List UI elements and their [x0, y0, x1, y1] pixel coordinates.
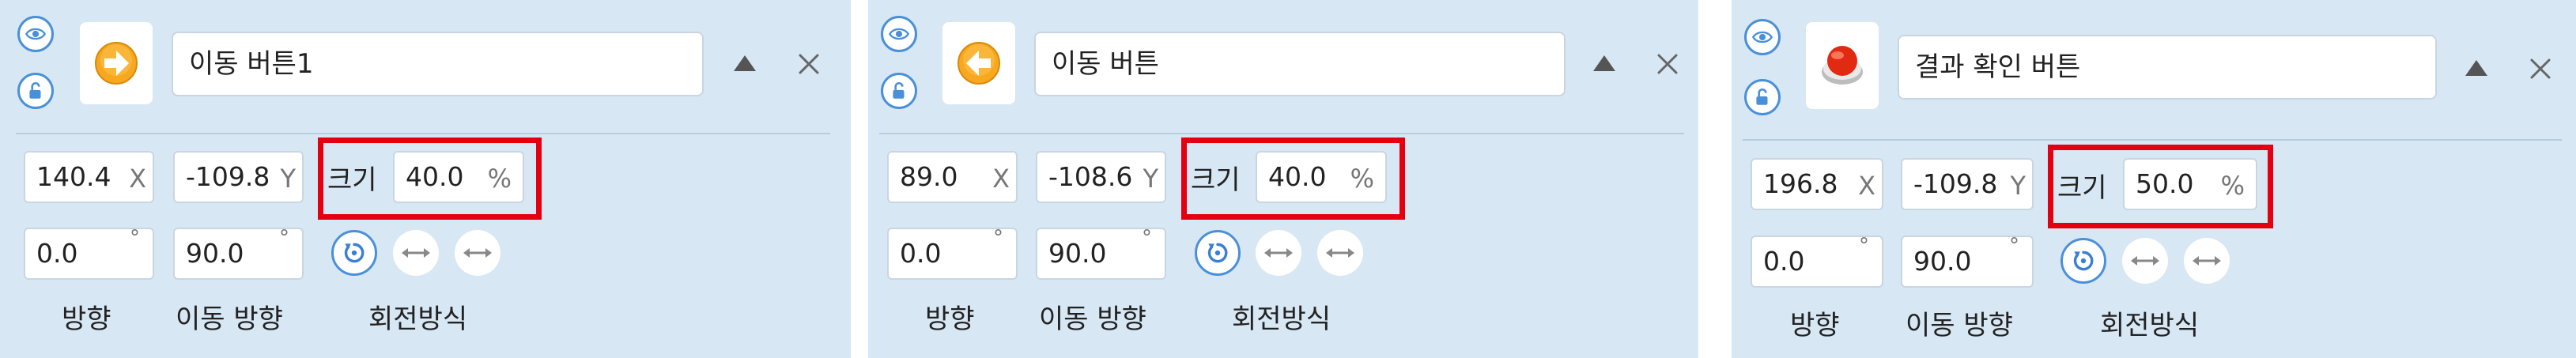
eye-icon: [888, 23, 910, 45]
divider: [879, 133, 1684, 134]
y-unit: Y: [1143, 164, 1158, 194]
visibility-toggle[interactable]: [881, 16, 917, 52]
rotate-icon: [1204, 239, 1231, 266]
x-value: 89.0: [900, 161, 958, 192]
x-coordinate-field[interactable]: 89.0 X: [887, 151, 1018, 203]
rotation-method-label: 회전방식: [1232, 303, 1331, 335]
rotation-method-label: 회전방식: [2100, 310, 2200, 341]
left-right-arrow-icon: [1263, 245, 1294, 261]
direction-label: 방향: [925, 303, 975, 335]
eye-icon: [1751, 26, 1773, 48]
direction-field[interactable]: 0.0 °: [887, 226, 1018, 280]
y-coordinate-field[interactable]: -108.6 Y: [1036, 151, 1166, 203]
left-right-arrow-icon: [2191, 253, 2223, 269]
rotate-free-button[interactable]: [331, 230, 377, 276]
left-right-arrow-icon: [1324, 245, 1356, 261]
left-right-arrow-icon: [2129, 253, 2161, 269]
sprite-thumbnail[interactable]: [942, 22, 1015, 104]
sprite-thumbnail[interactable]: [80, 22, 153, 104]
collapse-triangle-icon[interactable]: [1593, 55, 1615, 71]
y-value: -109.8: [186, 161, 270, 192]
lock-toggle[interactable]: [17, 73, 54, 109]
lock-toggle[interactable]: [1744, 79, 1781, 115]
visibility-toggle[interactable]: [17, 16, 54, 52]
rotate-horizontal-button[interactable]: [393, 230, 439, 276]
object-panel-2: 이동 버튼 89.0 X -108.6 Y 크기 40.0 % 0.0 ° 90…: [868, 0, 1698, 358]
move-direction-value: 90.0: [186, 238, 244, 269]
object-name-input[interactable]: 이동 버튼: [1034, 32, 1566, 96]
degree-unit: °: [279, 226, 289, 250]
degree-unit: °: [1859, 234, 1869, 258]
rotate-none-button[interactable]: [455, 230, 500, 276]
rotate-none-button[interactable]: [2184, 238, 2230, 284]
size-highlight-box: [2048, 145, 2273, 228]
close-icon[interactable]: [1656, 52, 1679, 76]
size-highlight-box: [318, 138, 542, 220]
divider: [1743, 139, 2562, 141]
collapse-triangle-icon[interactable]: [2465, 60, 2487, 76]
direction-label: 방향: [1790, 310, 1840, 341]
y-unit: Y: [280, 164, 296, 194]
divider: [16, 133, 830, 134]
y-value: -108.6: [1048, 161, 1133, 192]
move-direction-label: 이동 방향: [176, 303, 283, 335]
direction-value: 0.0: [900, 238, 942, 269]
lock-icon: [889, 81, 909, 101]
lock-toggle[interactable]: [881, 73, 917, 109]
close-icon[interactable]: [797, 52, 821, 76]
object-name-input[interactable]: 이동 버튼1: [172, 32, 704, 96]
rotate-free-button[interactable]: [1195, 230, 1241, 276]
rotate-icon: [341, 239, 368, 266]
left-right-arrow-icon: [400, 245, 432, 261]
y-value: -109.8: [1913, 168, 1998, 199]
x-unit: X: [992, 164, 1010, 194]
degree-unit: °: [993, 226, 1003, 250]
direction-value: 0.0: [36, 238, 78, 269]
arrow-left-icon: [958, 42, 1000, 85]
degree-unit: °: [1142, 226, 1152, 250]
arrow-right-icon: [95, 42, 138, 85]
lock-icon: [25, 81, 46, 101]
rotate-icon: [2070, 247, 2097, 274]
x-unit: X: [129, 164, 146, 194]
red-circle-button-icon: [1822, 46, 1863, 85]
y-coordinate-field[interactable]: -109.8 Y: [1901, 158, 2034, 210]
move-direction-value: 90.0: [1048, 238, 1107, 269]
degree-unit: °: [2009, 234, 2019, 258]
size-highlight-box: [1181, 138, 1405, 220]
move-direction-field[interactable]: 90.0 °: [173, 226, 304, 280]
close-icon[interactable]: [2529, 57, 2552, 81]
x-value: 196.8: [1763, 168, 1838, 199]
object-name-input[interactable]: 결과 확인 버튼: [1898, 35, 2437, 100]
direction-field[interactable]: 0.0 °: [24, 226, 154, 280]
y-unit: Y: [2010, 171, 2026, 201]
rotate-horizontal-button[interactable]: [1256, 230, 1301, 276]
rotate-horizontal-button[interactable]: [2122, 238, 2168, 284]
direction-field[interactable]: 0.0 °: [1751, 234, 1883, 288]
x-coordinate-field[interactable]: 196.8 X: [1751, 158, 1883, 210]
rotation-method-label: 회전방식: [368, 303, 468, 335]
direction-value: 0.0: [1763, 246, 1805, 277]
y-coordinate-field[interactable]: -109.8 Y: [173, 151, 304, 203]
object-panel-1: 이동 버튼1 140.4 X -109.8 Y 크기 40.0 % 0.0 ° …: [0, 0, 851, 358]
sprite-thumbnail[interactable]: [1806, 22, 1879, 109]
left-right-arrow-icon: [462, 245, 493, 261]
move-direction-field[interactable]: 90.0 °: [1036, 226, 1166, 280]
lock-icon: [1752, 87, 1773, 107]
move-direction-value: 90.0: [1913, 246, 1972, 277]
visibility-toggle[interactable]: [1744, 19, 1781, 55]
x-value: 140.4: [36, 161, 111, 192]
rotate-none-button[interactable]: [1317, 230, 1363, 276]
object-panel-3: 결과 확인 버튼 196.8 X -109.8 Y 크기 50.0 % 0.0 …: [1732, 0, 2576, 358]
degree-unit: °: [130, 226, 140, 250]
move-direction-label: 이동 방향: [1039, 303, 1146, 335]
direction-label: 방향: [62, 303, 111, 335]
move-direction-label: 이동 방향: [1906, 310, 2013, 341]
collapse-triangle-icon[interactable]: [734, 55, 756, 71]
move-direction-field[interactable]: 90.0 °: [1901, 234, 2034, 288]
rotate-free-button[interactable]: [2060, 238, 2106, 284]
x-coordinate-field[interactable]: 140.4 X: [24, 151, 154, 203]
eye-icon: [25, 23, 47, 45]
x-unit: X: [1858, 171, 1875, 201]
